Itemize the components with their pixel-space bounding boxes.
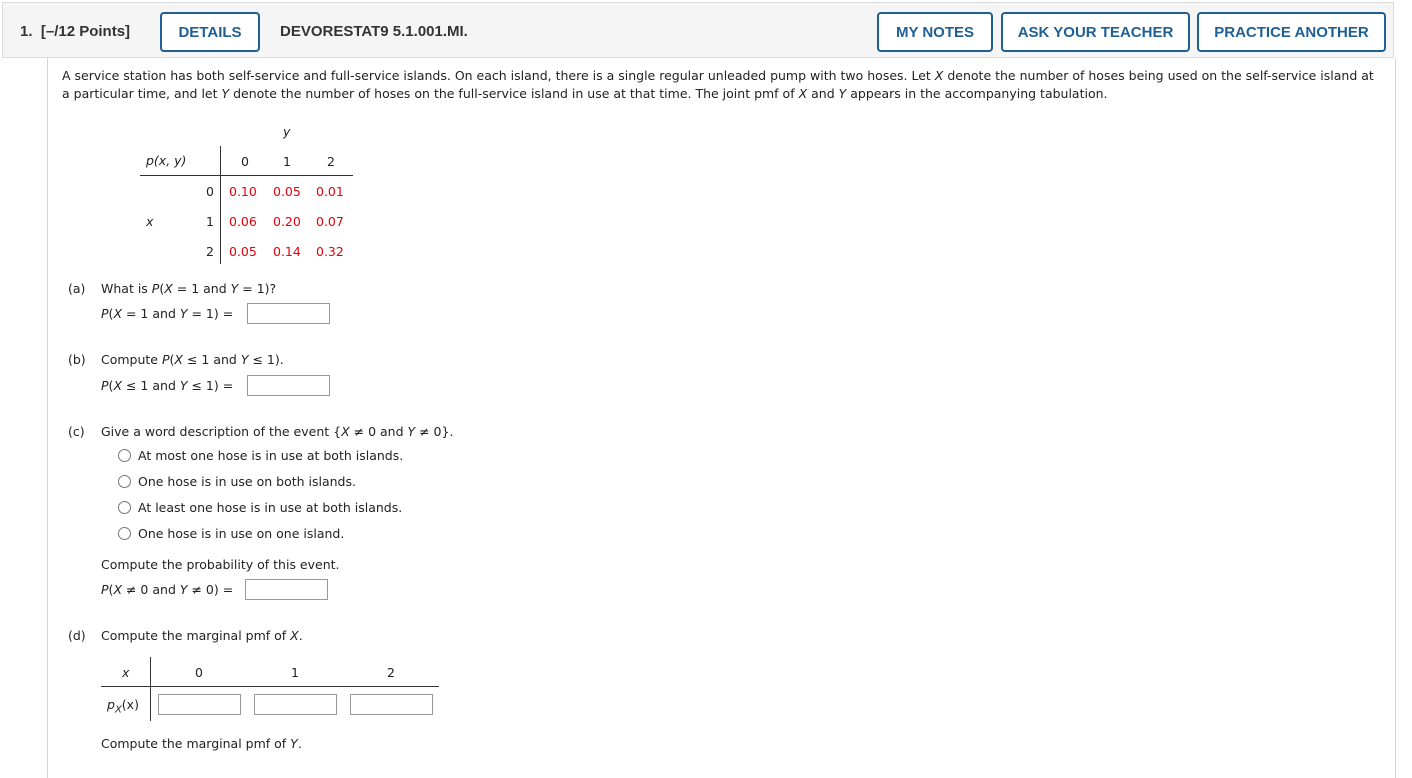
table-cell: 0.06 <box>229 214 257 229</box>
radio-option-label[interactable]: One hose is in use on both islands. <box>138 474 356 489</box>
part-c-question: Give a word description of the event {X … <box>101 424 454 439</box>
problem-statement: A service station has both self-service … <box>62 68 1374 101</box>
radio-button[interactable] <box>118 475 131 488</box>
ask-your-teacher-button[interactable]: ASK YOUR TEACHER <box>1001 12 1190 52</box>
row-var-label: x <box>146 214 154 229</box>
table-cell: 0.07 <box>316 214 344 229</box>
question-id: DEVORESTAT9 5.1.001.MI. <box>280 23 468 40</box>
part-a-question: What is P(X = 1 and Y = 1)? <box>101 281 277 296</box>
table-cell: 0.32 <box>316 244 344 259</box>
table-cell: 0.10 <box>229 184 257 199</box>
table-cell: 0.05 <box>229 244 257 259</box>
x-value: 0 <box>195 665 203 680</box>
corner-label: p(x, y) <box>146 153 187 168</box>
table-cell: 0.05 <box>273 184 301 199</box>
px-2-input[interactable] <box>350 694 433 715</box>
table-divider <box>150 657 151 721</box>
question-header: 1. [–/12 Points] DETAILS DEVORESTAT9 5.1… <box>2 2 1394 58</box>
table-cell: 0.20 <box>273 214 301 229</box>
radio-button[interactable] <box>118 527 131 540</box>
part-d-question-y: Compute the marginal pmf of Y. <box>101 736 302 751</box>
col-header: 0 <box>241 154 249 169</box>
part-c-answer-label: P(X ≠ 0 and Y ≠ 0) = <box>101 582 234 597</box>
row-header: 1 <box>206 214 214 229</box>
my-notes-button[interactable]: MY NOTES <box>877 12 993 52</box>
part-a-answer-input[interactable] <box>247 303 330 324</box>
points-label: [–/12 Points] <box>40 23 131 40</box>
part-d-question-x: Compute the marginal pmf of X. <box>101 628 303 643</box>
table-cell: 0.14 <box>273 244 301 259</box>
px-label: pX(x) <box>107 697 139 716</box>
radio-option-label[interactable]: At most one hose is in use at both islan… <box>138 448 403 463</box>
part-d-label: (d) <box>68 628 86 643</box>
radio-option-label[interactable]: At least one hose is in use at both isla… <box>138 500 402 515</box>
part-c-compute-label: Compute the probability of this event. <box>101 557 340 572</box>
table-divider <box>101 686 439 687</box>
part-b-question: Compute P(X ≤ 1 and Y ≤ 1). <box>101 352 284 367</box>
question-body <box>47 58 1396 778</box>
row-header: 2 <box>206 244 214 259</box>
part-a-label: (a) <box>68 281 86 296</box>
practice-another-button[interactable]: PRACTICE ANOTHER <box>1197 12 1386 52</box>
px-1-input[interactable] <box>254 694 337 715</box>
table-divider <box>220 146 221 264</box>
part-c-label: (c) <box>68 424 85 439</box>
part-a-answer-label: P(X = 1 and Y = 1) = <box>101 306 234 321</box>
col-header: 2 <box>327 154 335 169</box>
x-header: x <box>122 665 130 680</box>
radio-option-label[interactable]: One hose is in use on one island. <box>138 526 344 541</box>
details-button[interactable]: DETAILS <box>160 12 260 52</box>
part-b-label: (b) <box>68 352 86 367</box>
part-b-answer-label: P(X ≤ 1 and Y ≤ 1) = <box>101 378 234 393</box>
col-var-label: y <box>283 124 291 139</box>
table-cell: 0.01 <box>316 184 344 199</box>
col-header: 1 <box>283 154 291 169</box>
x-value: 1 <box>291 665 299 680</box>
px-0-input[interactable] <box>158 694 241 715</box>
row-header: 0 <box>206 184 214 199</box>
radio-button[interactable] <box>118 501 131 514</box>
part-b-answer-input[interactable] <box>247 375 330 396</box>
question-number: 1. [–/12 Points] <box>20 23 131 40</box>
part-c-answer-input[interactable] <box>245 579 328 600</box>
table-divider <box>140 175 353 176</box>
radio-button[interactable] <box>118 449 131 462</box>
x-value: 2 <box>387 665 395 680</box>
